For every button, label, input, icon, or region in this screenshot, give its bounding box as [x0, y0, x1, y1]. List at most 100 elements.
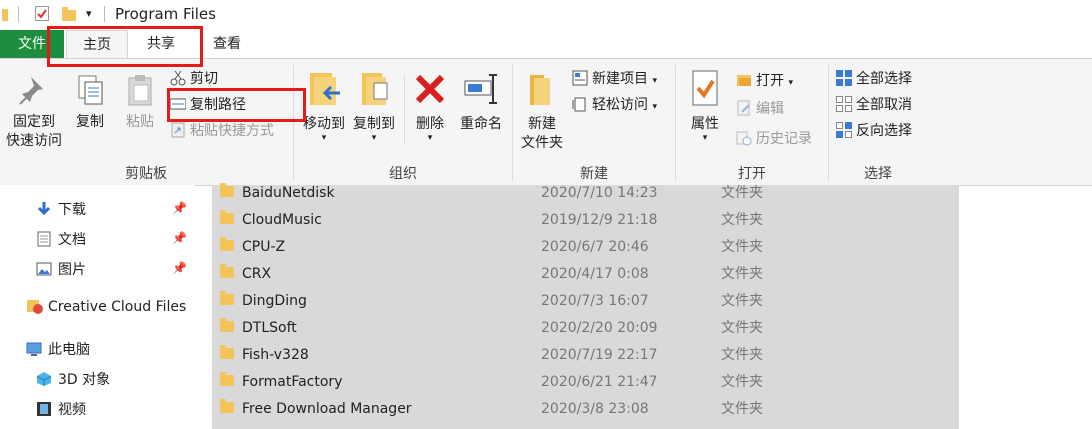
list-item[interactable]: CloudMusic 2019/12/9 21:18 文件夹	[212, 207, 959, 233]
list-item[interactable]: BaiduNetdisk 2020/7/10 14:23 文件夹	[212, 180, 959, 206]
history-button[interactable]: 历史记录	[736, 129, 812, 149]
pin-icon[interactable]: 📌	[172, 201, 187, 215]
edit-pencil-icon	[736, 100, 752, 116]
file-name: FormatFactory	[242, 374, 343, 390]
open-button[interactable]: 打开 ▾	[736, 71, 793, 93]
history-clock-icon	[736, 130, 752, 146]
select-none-icon	[836, 96, 852, 112]
edit-button[interactable]: 编辑	[736, 99, 784, 119]
sidebar-item-this-pc[interactable]: 此电脑	[26, 339, 90, 359]
copy-to-label: 复制到	[353, 116, 395, 132]
chevron-down-icon: ▾	[788, 78, 793, 88]
file-date: 2020/4/17 0:08	[541, 266, 649, 282]
chevron-down-icon: ▾	[652, 102, 657, 112]
list-item[interactable]: CPU-Z 2020/6/7 20:46 文件夹	[212, 234, 959, 260]
easy-access-button[interactable]: 轻松访问 ▾	[572, 95, 657, 117]
file-date: 2020/6/21 21:47	[541, 374, 658, 390]
sidebar-item-pictures[interactable]: 图片	[36, 259, 86, 279]
list-item[interactable]: Free Download Manager 2020/3/8 23:08 文件夹	[212, 396, 959, 422]
sidebar-item-creative-cloud[interactable]: Creative Cloud Files	[26, 299, 186, 315]
new-folder-label-line2: 文件夹	[521, 135, 563, 151]
separator	[104, 6, 105, 22]
list-item[interactable]: Fish-v328 2020/7/19 22:17 文件夹	[212, 342, 959, 368]
select-all-icon	[836, 70, 852, 86]
file-name: CRX	[242, 266, 272, 282]
copy-label: 复制	[76, 114, 104, 130]
document-icon	[36, 231, 52, 247]
list-item[interactable]: DingDing 2020/7/3 16:07 文件夹	[212, 288, 959, 314]
sidebar-item-videos[interactable]: 视频	[36, 399, 86, 419]
file-name: Free Download Manager	[242, 401, 412, 417]
paste-label: 粘贴	[126, 114, 154, 130]
move-to-button[interactable]: 移动到 ▾	[300, 69, 348, 143]
chevron-down-icon: ▾	[702, 133, 708, 143]
picture-icon	[36, 261, 52, 277]
file-name: DingDing	[242, 293, 307, 309]
tab-view[interactable]: 查看	[198, 30, 256, 58]
chevron-down-icon: ▾	[321, 133, 327, 143]
copy-to-folder-icon	[362, 73, 388, 105]
file-type: 文件夹	[721, 266, 763, 282]
folder-icon	[220, 264, 234, 278]
new-item-button[interactable]: 新建项目 ▾	[572, 69, 657, 91]
folder-icon	[220, 237, 234, 251]
highlight-box-copy-path	[167, 88, 306, 122]
file-type: 文件夹	[721, 293, 763, 309]
sidebar-item-downloads[interactable]: 下载	[36, 199, 86, 219]
new-item-label: 新建项目	[592, 71, 648, 87]
paste-button[interactable]: 粘贴	[118, 73, 162, 132]
folder-icon	[220, 210, 234, 224]
cut-button[interactable]: 剪切	[170, 69, 218, 89]
paste-shortcut-button[interactable]: 粘贴快捷方式	[170, 121, 274, 141]
file-name: BaiduNetdisk	[242, 185, 335, 201]
sidebar-item-documents[interactable]: 文档	[36, 229, 86, 249]
list-item[interactable]: DTLSoft 2020/2/20 20:09 文件夹	[212, 315, 959, 341]
delete-button[interactable]: 删除 ▾	[410, 69, 450, 143]
folder-icon	[220, 372, 234, 386]
sidebar-item-label: 图片	[58, 262, 86, 278]
rename-icon	[464, 74, 497, 104]
list-item[interactable]: CRX 2020/4/17 0:08 文件夹	[212, 261, 959, 287]
window-title: Program Files	[115, 5, 216, 23]
chevron-down-icon: ▾	[371, 133, 377, 143]
copy-to-button[interactable]: 复制到 ▾	[350, 69, 398, 143]
open-label: 打开	[756, 73, 784, 89]
properties-button[interactable]: 属性 ▾	[684, 69, 726, 143]
copy-button[interactable]: 复制	[70, 73, 110, 132]
navigation-pane: 下载 📌 文档 📌 图片 📌 Creative Cloud Files 此电脑 …	[0, 185, 195, 429]
customize-dropdown-icon[interactable]: ▾	[86, 7, 92, 20]
3d-cube-icon	[36, 371, 52, 387]
sidebar-item-3d-objects[interactable]: 3D 对象	[36, 369, 110, 389]
file-type: 文件夹	[721, 185, 763, 201]
separator	[404, 75, 405, 145]
highlight-box-tabs	[47, 26, 203, 67]
rename-button[interactable]: 重命名	[456, 69, 506, 134]
sidebar-item-label: 下载	[58, 202, 86, 218]
invert-selection-icon	[836, 122, 852, 138]
select-all-button[interactable]: 全部选择	[836, 69, 912, 89]
open-folder-icon	[736, 72, 752, 88]
computer-icon	[26, 341, 42, 357]
list-item[interactable]: FormatFactory 2020/6/21 21:47 文件夹	[212, 369, 959, 395]
pin-icon[interactable]: 📌	[172, 231, 187, 245]
sidebar-item-label: Creative Cloud Files	[48, 299, 187, 315]
sidebar-item-label: 此电脑	[48, 342, 90, 358]
paste-shortcut-label: 粘贴快捷方式	[190, 123, 274, 139]
properties-check-icon[interactable]	[35, 6, 49, 21]
invert-selection-button[interactable]: 反向选择	[836, 121, 912, 141]
file-type: 文件夹	[721, 212, 763, 228]
rename-label: 重命名	[460, 116, 502, 132]
folder-icon	[220, 399, 234, 413]
pin-to-quick-access-button[interactable]: 固定到 快速访问	[2, 73, 66, 151]
select-none-button[interactable]: 全部取消	[836, 95, 912, 115]
invert-selection-label: 反向选择	[856, 123, 912, 139]
file-name: Fish-v328	[242, 347, 309, 363]
new-folder-label-line1: 新建	[528, 116, 556, 132]
file-date: 2020/3/8 23:08	[541, 401, 649, 417]
new-folder-icon[interactable]	[62, 7, 76, 21]
separator	[18, 6, 19, 22]
new-folder-button[interactable]: 新建 文件夹	[518, 69, 566, 153]
pin-icon[interactable]: 📌	[172, 261, 187, 275]
copy-icon	[78, 75, 103, 105]
new-item-icon	[572, 70, 588, 86]
